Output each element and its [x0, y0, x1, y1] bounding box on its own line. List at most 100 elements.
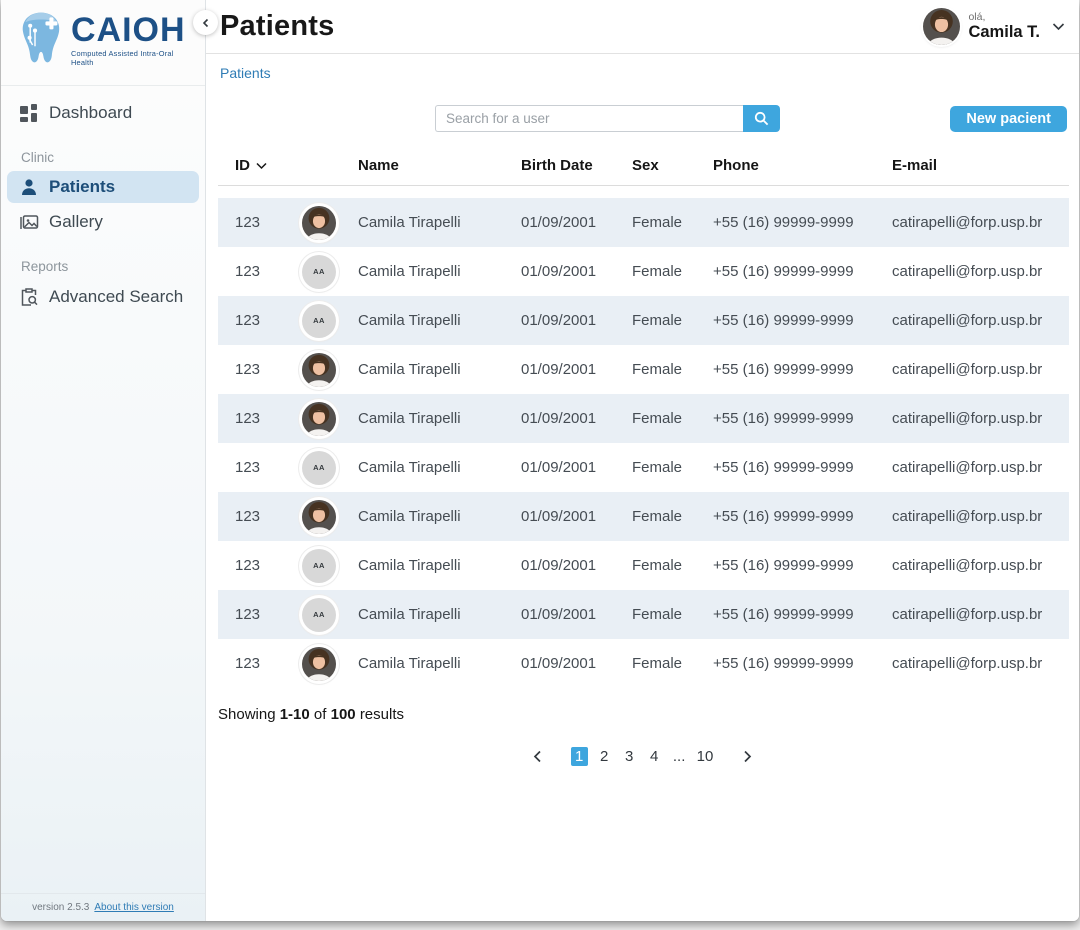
avatar-photo [302, 402, 336, 436]
sidebar-item-label: Advanced Search [49, 287, 183, 307]
sidebar: CAIOH Computed Assisted Intra-Oral Healt… [1, 0, 206, 921]
patient-name: Camila Tirapelli [358, 214, 521, 231]
person-icon [19, 177, 39, 197]
patient-name: Camila Tirapelli [358, 557, 521, 574]
patient-sex: Female [632, 312, 713, 329]
patient-name: Camila Tirapelli [358, 263, 521, 280]
column-header-name[interactable]: Name [358, 157, 521, 174]
patient-birth-date: 01/09/2001 [521, 655, 632, 672]
search-button[interactable] [743, 105, 780, 132]
patient-avatar: AA [302, 255, 336, 289]
sidebar-collapse-button[interactable] [193, 10, 218, 35]
sidebar-section-clinic: Clinic [1, 150, 205, 165]
table-body: 123 AA Camila Tirapelli 01/09/2001 Femal… [218, 198, 1069, 688]
table-row[interactable]: 123 AA Camila Tirapelli 01/09/2001 Femal… [218, 345, 1069, 394]
column-header-birth-date[interactable]: Birth Date [521, 157, 632, 174]
table-row[interactable]: 123 AA Camila Tirapelli 01/09/2001 Femal… [218, 247, 1069, 296]
patient-email: catirapelli@forp.usp.br [892, 508, 1069, 525]
page-number-3[interactable]: 3 [621, 747, 638, 766]
table-row[interactable]: 123 AA Camila Tirapelli 01/09/2001 Femal… [218, 639, 1069, 688]
patient-email: catirapelli@forp.usp.br [892, 655, 1069, 672]
patient-email: catirapelli@forp.usp.br [892, 361, 1069, 378]
table-row[interactable]: 123 AA Camila Tirapelli 01/09/2001 Femal… [218, 198, 1069, 247]
patient-phone: +55 (16) 99999-9999 [713, 606, 892, 623]
pagination: 1234...10 [206, 745, 1079, 767]
patient-birth-date: 01/09/2001 [521, 508, 632, 525]
avatar-initials: AA [313, 463, 325, 472]
patient-sex: Female [632, 655, 713, 672]
logo-tagline: Computed Assisted Intra-Oral Health [71, 49, 197, 67]
patient-birth-date: 01/09/2001 [521, 263, 632, 280]
user-menu[interactable]: olá, Camila T. [923, 8, 1079, 45]
patient-email: catirapelli@forp.usp.br [892, 557, 1069, 574]
patient-sex: Female [632, 410, 713, 427]
patient-birth-date: 01/09/2001 [521, 606, 632, 623]
page-number-2[interactable]: 2 [596, 747, 613, 766]
breadcrumb[interactable]: Patients [206, 54, 271, 81]
avatar-photo [302, 206, 336, 240]
column-header-phone[interactable]: Phone [713, 157, 892, 174]
patient-avatar: AA [302, 353, 336, 387]
patient-email: catirapelli@forp.usp.br [892, 263, 1069, 280]
patient-id: 123 [218, 606, 280, 623]
patient-sex: Female [632, 263, 713, 280]
patient-name: Camila Tirapelli [358, 606, 521, 623]
new-patient-button[interactable]: New pacient [950, 106, 1067, 132]
avatar-initials: AA [313, 267, 325, 276]
sidebar-item-dashboard[interactable]: Dashboard [1, 96, 205, 130]
patient-sex: Female [632, 508, 713, 525]
column-header-email[interactable]: E-mail [892, 157, 1069, 174]
avatar-photo [302, 500, 336, 534]
patient-avatar: AA [302, 451, 336, 485]
table-row[interactable]: 123 AA Camila Tirapelli 01/09/2001 Femal… [218, 296, 1069, 345]
chevron-left-icon [532, 750, 543, 763]
patient-avatar: AA [302, 206, 336, 240]
patient-birth-date: 01/09/2001 [521, 410, 632, 427]
patient-id: 123 [218, 459, 280, 476]
sidebar-footer: version 2.5.3 About this version [1, 893, 205, 921]
column-header-sex[interactable]: Sex [632, 157, 713, 174]
results-range: 1-10 [280, 706, 310, 723]
page-number-4[interactable]: 4 [646, 747, 663, 766]
patient-birth-date: 01/09/2001 [521, 361, 632, 378]
sidebar-item-patients[interactable]: Patients [7, 171, 199, 203]
table-row[interactable]: 123 AA Camila Tirapelli 01/09/2001 Femal… [218, 590, 1069, 639]
table-row[interactable]: 123 AA Camila Tirapelli 01/09/2001 Femal… [218, 541, 1069, 590]
table-row[interactable]: 123 AA Camila Tirapelli 01/09/2001 Femal… [218, 443, 1069, 492]
next-page-button[interactable] [736, 745, 758, 767]
patient-name: Camila Tirapelli [358, 508, 521, 525]
patient-phone: +55 (16) 99999-9999 [713, 508, 892, 525]
toolbar: New pacient [218, 105, 1067, 132]
patient-phone: +55 (16) 99999-9999 [713, 459, 892, 476]
page-title: Patients [206, 10, 334, 43]
table-header-row: ID Name Birth Date Sex Phone E-mail [218, 146, 1069, 186]
sidebar-item-advanced-search[interactable]: Advanced Search [1, 280, 205, 314]
patient-sex: Female [632, 459, 713, 476]
sidebar-item-gallery[interactable]: Gallery [1, 205, 205, 239]
version-label: version 2.5.3 [32, 902, 89, 913]
search-group [435, 105, 780, 132]
table-row[interactable]: 123 AA Camila Tirapelli 01/09/2001 Femal… [218, 394, 1069, 443]
avatar-photo [302, 647, 336, 681]
results-total: 100 [331, 706, 356, 723]
page-number-1[interactable]: 1 [571, 747, 588, 766]
sidebar-section-reports: Reports [1, 259, 205, 274]
main-content: Patients New pacient ID Name B [206, 54, 1079, 921]
previous-page-button[interactable] [527, 745, 549, 767]
table-row[interactable]: 123 AA Camila Tirapelli 01/09/2001 Femal… [218, 492, 1069, 541]
patient-avatar: AA [302, 549, 336, 583]
page-number-10[interactable]: 10 [696, 747, 715, 766]
about-version-link[interactable]: About this version [94, 902, 174, 913]
patient-avatar: AA [302, 500, 336, 534]
logo-title: CAIOH [71, 12, 197, 48]
patient-avatar: AA [302, 598, 336, 632]
gallery-icon [19, 212, 39, 232]
patient-birth-date: 01/09/2001 [521, 459, 632, 476]
header: Patients olá, Camila T. [206, 0, 1079, 54]
search-input[interactable] [435, 105, 743, 132]
column-header-id[interactable]: ID [218, 157, 280, 174]
patient-id: 123 [218, 508, 280, 525]
patient-phone: +55 (16) 99999-9999 [713, 655, 892, 672]
avatar-initials: AA [313, 610, 325, 619]
patient-email: catirapelli@forp.usp.br [892, 459, 1069, 476]
